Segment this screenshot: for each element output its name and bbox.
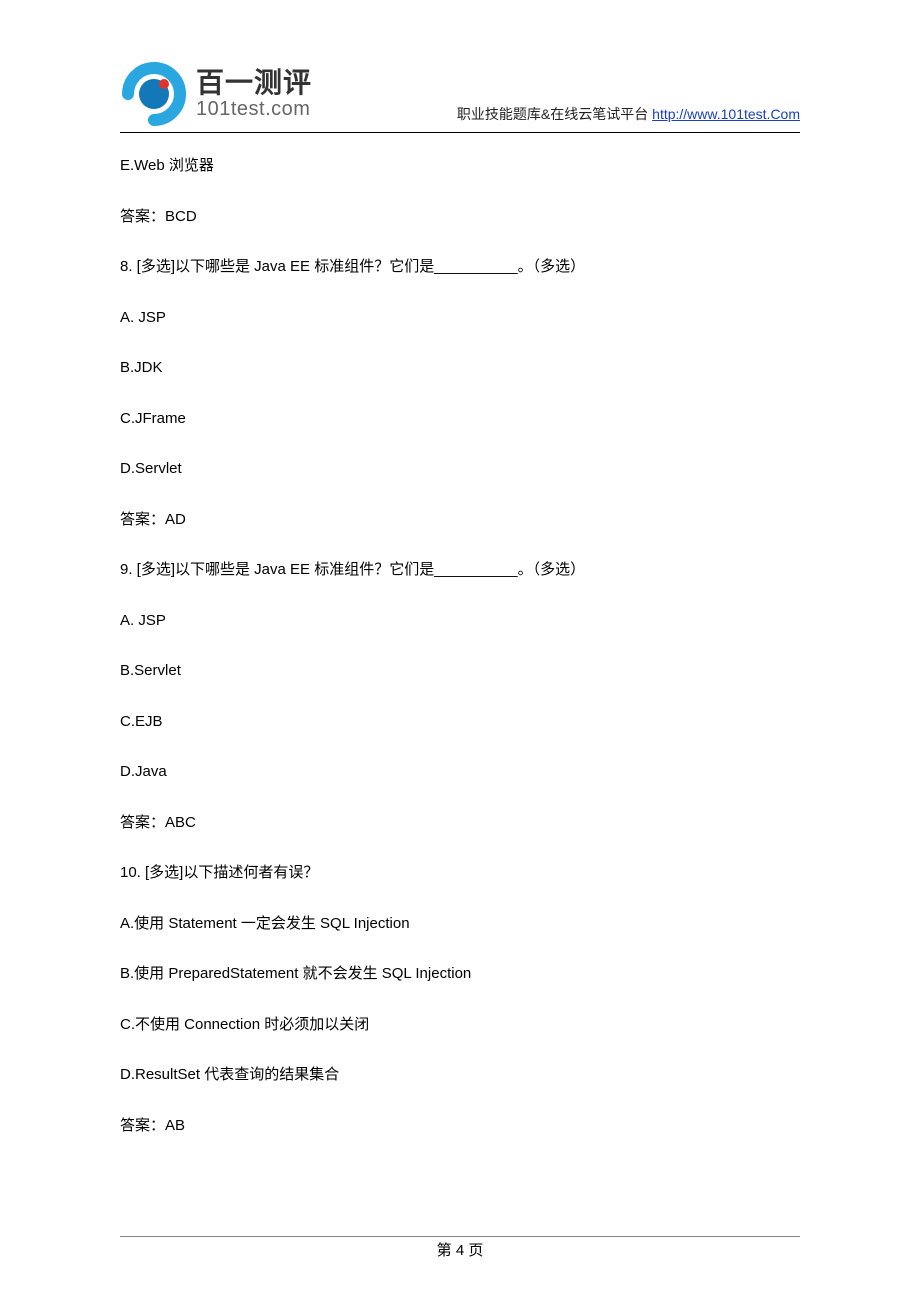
header-right: 职业技能题库&在线云笔试平台 http://www.101test.Com: [457, 104, 800, 128]
brand-name-en: 101test.com: [196, 98, 312, 120]
footer-divider: [120, 1236, 800, 1237]
option-line: B.使用 PreparedStatement 就不会发生 SQL Injecti…: [120, 963, 800, 986]
question-line: 8. [多选]以下哪些是 Java EE 标准组件？它们是__________。…: [120, 256, 800, 279]
answer-line: 答案：AD: [120, 509, 800, 532]
option-line: C.JFrame: [120, 408, 800, 431]
option-line: A. JSP: [120, 307, 800, 330]
question-line: 9. [多选]以下哪些是 Java EE 标准组件？它们是__________。…: [120, 559, 800, 582]
brand-name-cn: 百一测评: [196, 68, 312, 99]
option-line: B.JDK: [120, 357, 800, 380]
option-line: B.Servlet: [120, 660, 800, 683]
page-footer: 第 4 页: [120, 1236, 800, 1260]
answer-line: 答案：BCD: [120, 206, 800, 229]
answer-line: 答案：ABC: [120, 812, 800, 835]
answer-line: 答案：AB: [120, 1115, 800, 1138]
page-header: 百一测评 101test.com 职业技能题库&在线云笔试平台 http://w…: [120, 60, 800, 133]
option-line: A.使用 Statement 一定会发生 SQL Injection: [120, 913, 800, 936]
question-line: 10. [多选]以下描述何者有误？: [120, 862, 800, 885]
option-line: D.Servlet: [120, 458, 800, 481]
logo-block: 百一测评 101test.com: [120, 60, 312, 128]
option-line: D.Java: [120, 761, 800, 784]
logo-icon: [120, 60, 188, 128]
header-desc: 职业技能题库&在线云笔试平台: [457, 106, 652, 122]
option-line: C.不使用 Connection 时必须加以关闭: [120, 1014, 800, 1037]
header-link[interactable]: http://www.101test.Com: [652, 106, 800, 122]
option-line: D.ResultSet 代表查询的结果集合: [120, 1064, 800, 1087]
content-body: E.Web 浏览器 答案：BCD 8. [多选]以下哪些是 Java EE 标准…: [120, 155, 800, 1137]
page-number: 第 4 页: [120, 1239, 800, 1260]
page-container: 百一测评 101test.com 职业技能题库&在线云笔试平台 http://w…: [0, 0, 920, 1302]
option-line: C.EJB: [120, 711, 800, 734]
option-line: A. JSP: [120, 610, 800, 633]
option-line: E.Web 浏览器: [120, 155, 800, 178]
brand-text: 百一测评 101test.com: [196, 68, 312, 121]
